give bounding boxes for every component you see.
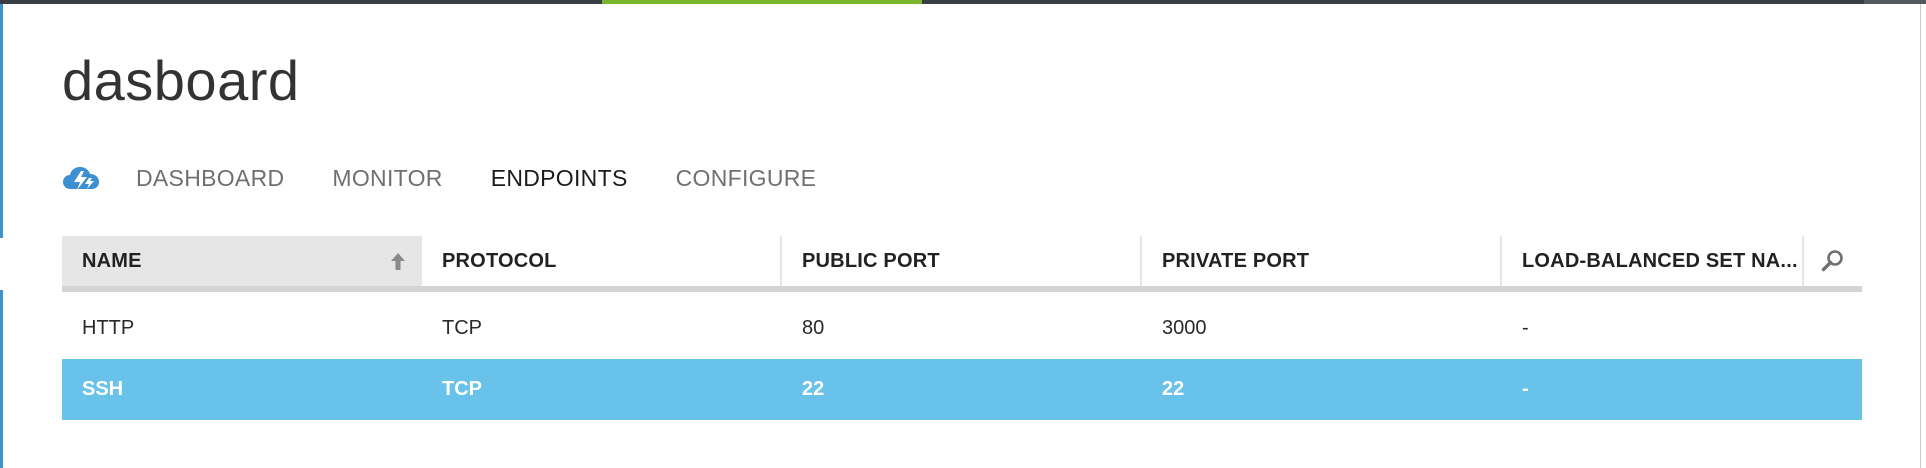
left-edge-strip (0, 4, 3, 238)
column-header-label: PRIVATE PORT (1162, 249, 1310, 272)
column-header-label: PROTOCOL (442, 249, 557, 272)
column-header-name[interactable]: NAME (62, 236, 422, 286)
cell-protocol: TCP (442, 378, 482, 400)
cell-load-balanced-set: - (1522, 378, 1529, 400)
column-header-label: NAME (82, 249, 142, 272)
cell-public-port: 22 (802, 378, 825, 400)
nav-tabs: DASHBOARD MONITOR ENDPOINTS CONFIGURE (62, 158, 864, 198)
top-bar-accent (602, 0, 922, 4)
column-header-load-balanced-set[interactable]: LOAD-BALANCED SET NA... (1502, 236, 1804, 286)
table-search-button[interactable] (1804, 236, 1862, 286)
column-header-label: PUBLIC PORT (802, 249, 940, 272)
page-title: dasboard (62, 49, 300, 112)
sort-ascending-icon (391, 253, 405, 270)
top-bar-right-segment (1864, 0, 1926, 4)
column-header-private-port[interactable]: PRIVATE PORT (1142, 236, 1502, 286)
column-header-public-port[interactable]: PUBLIC PORT (782, 236, 1142, 286)
top-bar (0, 0, 1926, 4)
column-header-protocol[interactable]: PROTOCOL (422, 236, 782, 286)
tab-configure[interactable]: CONFIGURE (676, 165, 817, 192)
cell-load-balanced-set: - (1522, 317, 1529, 339)
cell-private-port: 3000 (1162, 317, 1207, 339)
endpoints-table: NAME PROTOCOL PUBLIC PORT PRIVATE PORT L… (62, 236, 1862, 420)
column-header-label: LOAD-BALANCED SET NA... (1522, 249, 1798, 272)
cell-public-port: 80 (802, 317, 825, 339)
table-row[interactable]: HTTP TCP 80 3000 - (62, 298, 1862, 359)
left-edge-strip-lower (0, 290, 3, 468)
tab-endpoints[interactable]: ENDPOINTS (491, 165, 628, 192)
cell-private-port: 22 (1162, 378, 1185, 400)
table-header: NAME PROTOCOL PUBLIC PORT PRIVATE PORT L… (62, 236, 1862, 292)
cell-protocol: TCP (442, 317, 482, 339)
tab-monitor[interactable]: MONITOR (332, 165, 442, 192)
cell-name: HTTP (82, 317, 135, 339)
tab-dashboard[interactable]: DASHBOARD (136, 165, 284, 192)
cell-name: SSH (82, 378, 124, 400)
table-body: HTTP TCP 80 3000 - SSH TCP 22 22 - (62, 298, 1862, 420)
search-icon (1821, 250, 1843, 272)
right-panel-edge (1920, 4, 1926, 468)
cloud-service-icon (63, 167, 99, 190)
table-row-selected[interactable]: SSH TCP 22 22 - (62, 359, 1862, 420)
